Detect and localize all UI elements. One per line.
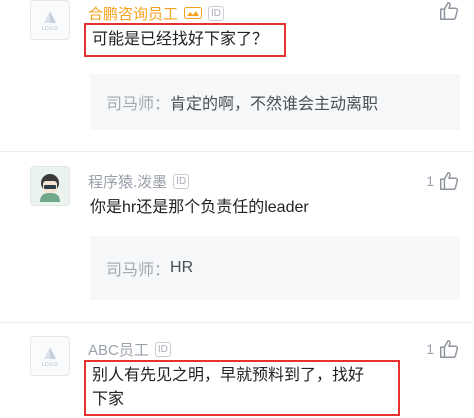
thumbs-up-icon <box>440 172 459 190</box>
reply-author[interactable]: 司马师： <box>106 90 170 114</box>
comment-header: 合鹏咨询员工 ID <box>88 2 225 24</box>
thumbs-up-icon <box>440 2 459 20</box>
reply-text: 肯定的啊，不然谁会主动离职 <box>170 96 379 113</box>
username[interactable]: 合鹏咨询员工 <box>88 3 178 24</box>
like-button[interactable] <box>434 0 460 22</box>
id-badge: ID <box>154 341 171 357</box>
id-badge: ID <box>173 173 190 189</box>
logo-icon <box>44 10 56 23</box>
vip-badge-icon <box>184 7 203 19</box>
avatar[interactable]: LOGO <box>30 336 70 376</box>
reply-author[interactable]: 司马师： <box>106 256 170 280</box>
comment-text: 你是hr还是那个负责任的leader <box>90 199 309 216</box>
avatar-logo-text: LOGO <box>41 361 59 368</box>
comment-header: ABC员工 ID <box>88 338 171 360</box>
like-count: 1 <box>426 173 434 189</box>
avatar-logo-text: LOGO <box>41 25 59 32</box>
highlight-box <box>84 23 286 57</box>
reply-text: HR <box>170 259 194 276</box>
comment-header: 程序猿.泼墨 ID <box>88 170 190 192</box>
divider <box>0 151 474 152</box>
avatar[interactable] <box>30 166 70 206</box>
id-badge: ID <box>208 5 225 21</box>
like-button[interactable]: 1 <box>426 338 460 360</box>
reply-box[interactable]: 司马师： 肯定的啊，不然谁会主动离职 <box>90 74 460 130</box>
logo-icon <box>44 346 56 359</box>
highlight-box <box>84 360 400 416</box>
thumbs-up-icon <box>440 340 459 358</box>
divider <box>0 322 474 323</box>
username[interactable]: ABC员工 <box>88 339 149 360</box>
avatar[interactable]: LOGO <box>30 0 70 40</box>
person-avatar-icon <box>40 174 60 202</box>
username[interactable]: 程序猿.泼墨 <box>88 171 167 192</box>
like-count: 1 <box>426 341 434 357</box>
like-button[interactable]: 1 <box>426 170 460 192</box>
reply-box[interactable]: 司马师： HR <box>90 236 460 300</box>
